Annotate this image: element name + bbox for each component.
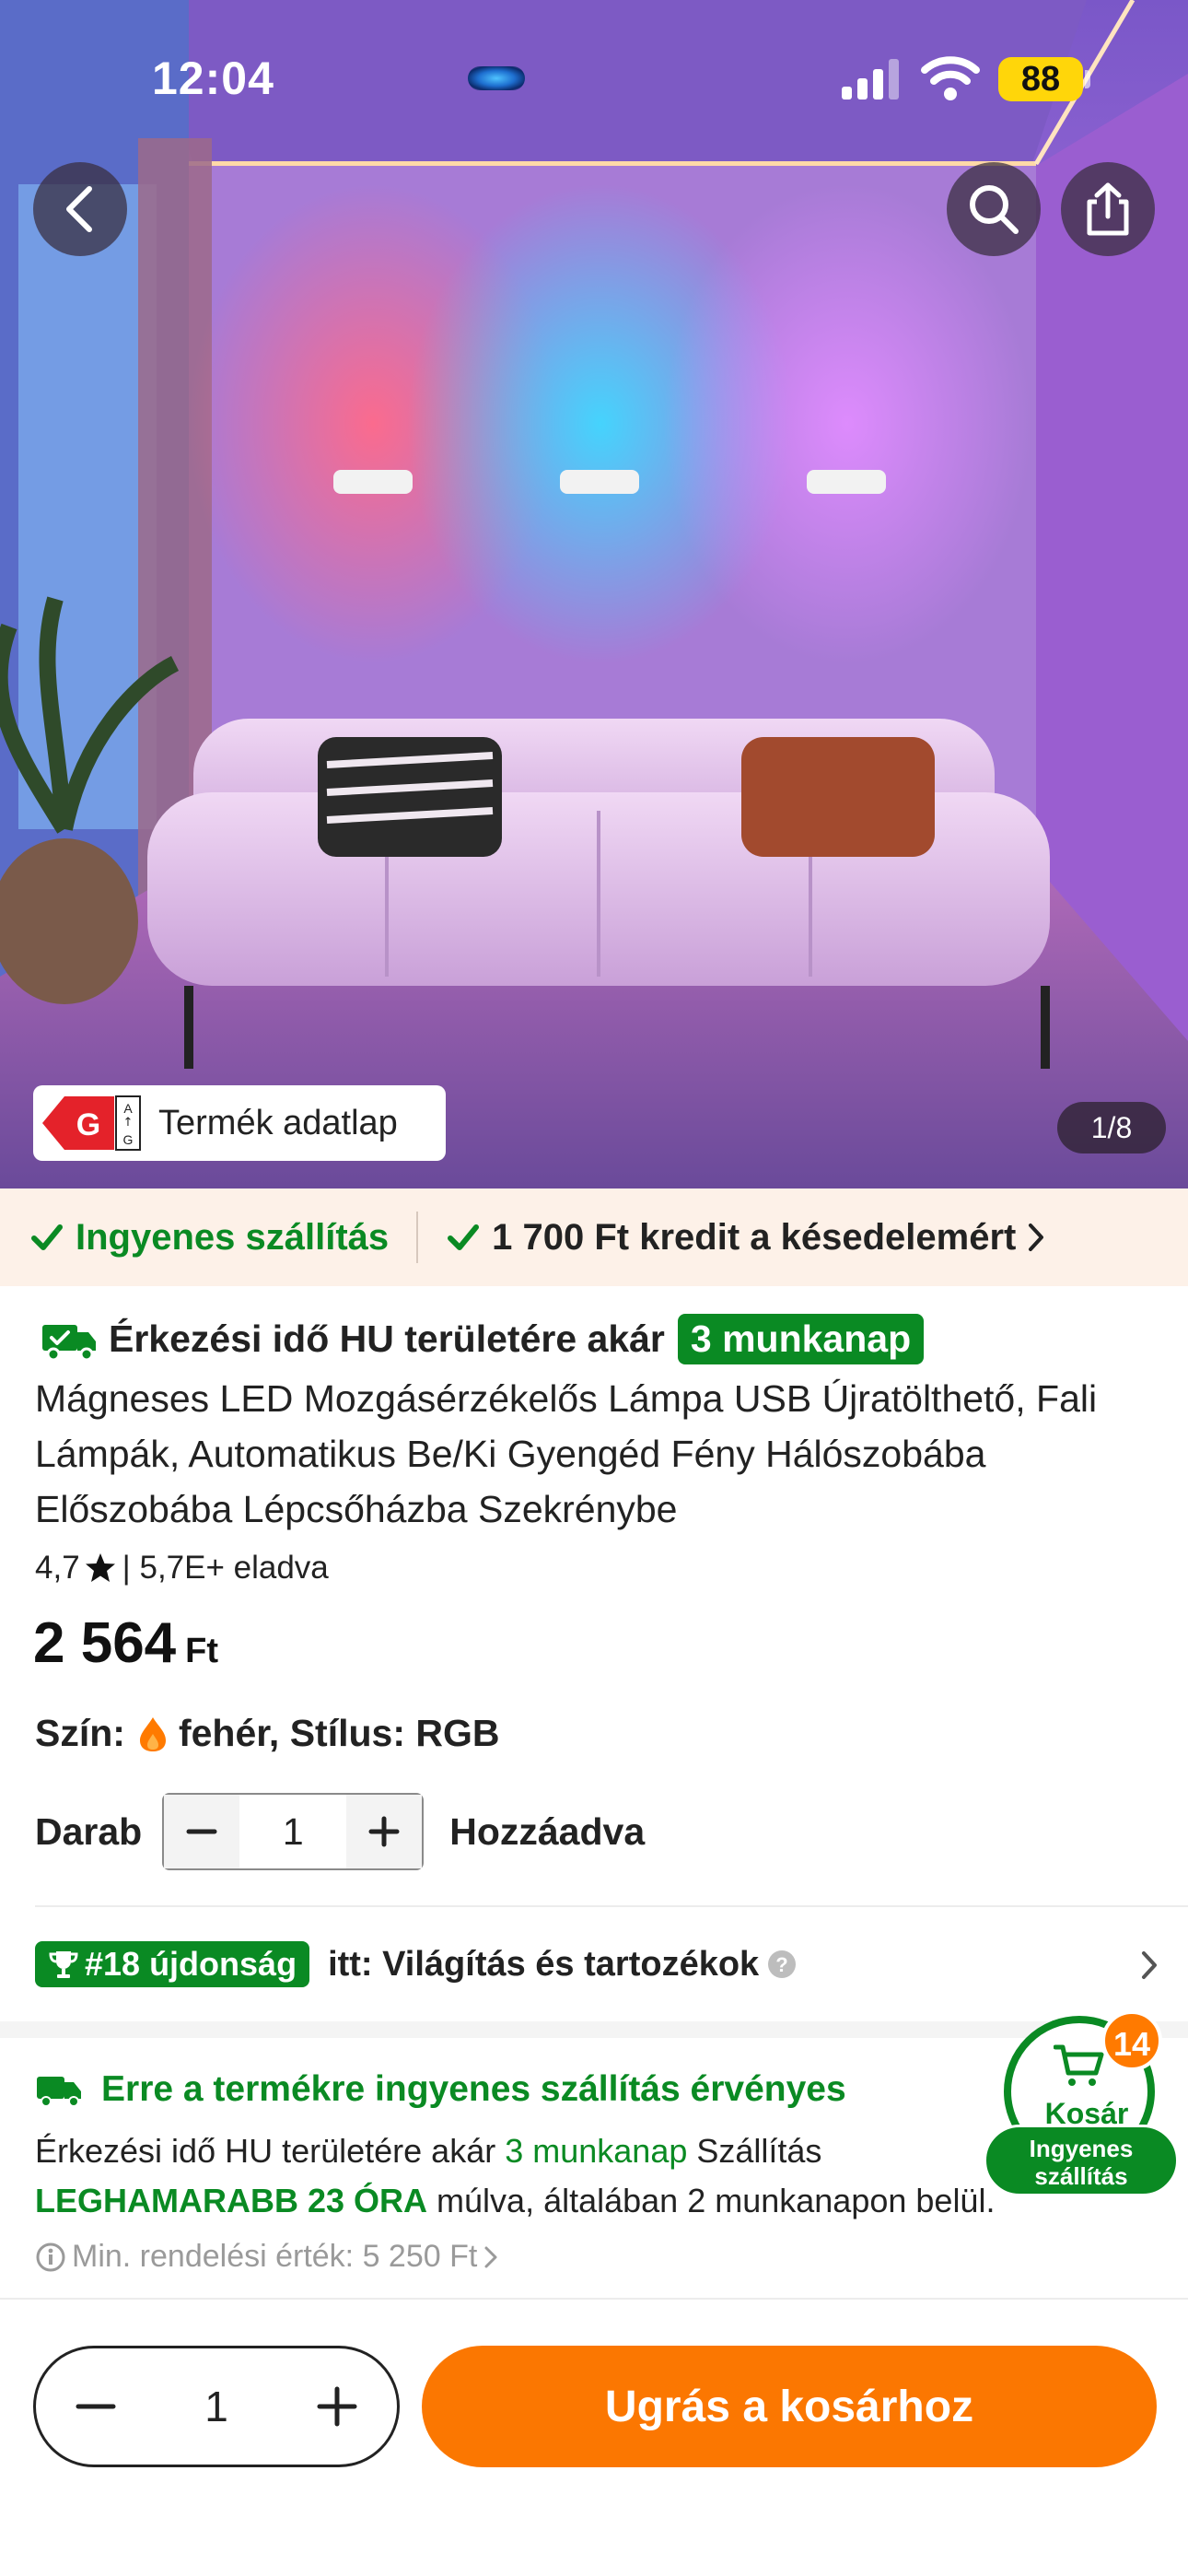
bottom-quantity-stepper[interactable]: 1 bbox=[33, 2346, 400, 2467]
added-label: Hozzáadva bbox=[449, 1809, 646, 1853]
min-order-text: Min. rendelési érték: 5 250 Ft bbox=[72, 2239, 478, 2274]
back-arrow-icon bbox=[66, 186, 92, 232]
bottom-divider bbox=[0, 2298, 1188, 2300]
share-button[interactable] bbox=[1061, 162, 1155, 256]
arrival-days-badge: 3 munkanap bbox=[677, 1314, 925, 1364]
delay-credit-label: 1 700 Ft kredit a késedelemért bbox=[492, 1216, 1017, 1258]
decrease-button[interactable] bbox=[164, 1795, 240, 1868]
product-title: Mágneses LED Mozgásérzékelős Lámpa USB Ú… bbox=[35, 1377, 1098, 1530]
shipping-fastest: LEGHAMARABB 23 ÓRA bbox=[35, 2182, 428, 2219]
chevron-right-icon bbox=[1029, 1224, 1044, 1251]
promo-divider bbox=[416, 1212, 419, 1263]
wifi-icon bbox=[921, 56, 980, 100]
truck-icon bbox=[37, 2077, 81, 2107]
category-ranking[interactable]: #18 újdonság itt: Világítás és tartozéko… bbox=[35, 1938, 1160, 1990]
search-icon bbox=[970, 185, 1019, 234]
cart-icon bbox=[1054, 2044, 1104, 2086]
shipping-prefix: Érkezési idő HU területére akár bbox=[35, 2132, 496, 2170]
shipping-title-text: Erre a termékre ingyenes szállítás érvén… bbox=[101, 2069, 846, 2109]
star-icon bbox=[85, 1553, 115, 1582]
variant-value: fehér, Stílus: RGB bbox=[178, 1712, 500, 1754]
increase-button[interactable] bbox=[346, 1795, 423, 1868]
ranking-category: itt: Világítás és tartozékok bbox=[328, 1944, 760, 1984]
ranking-badge: #18 újdonság bbox=[35, 1941, 310, 1987]
minus-icon bbox=[76, 2404, 116, 2409]
delay-credit-promo[interactable]: 1 700 Ft kredit a késedelemért bbox=[446, 1217, 1047, 1259]
info-icon bbox=[36, 2242, 65, 2271]
share-icon bbox=[1087, 182, 1129, 236]
cart-ship-line2: szállítás bbox=[1034, 2162, 1128, 2190]
rating-row[interactable]: 4,7 | 5,7E+ eladva bbox=[35, 1550, 329, 1587]
chevron-right-icon bbox=[484, 2246, 497, 2267]
cart-free-shipping-badge: Ingyenes szállítás bbox=[984, 2125, 1179, 2196]
energy-scale-top: A bbox=[123, 1101, 133, 1116]
truck-icon bbox=[42, 1324, 96, 1361]
quantity-stepper[interactable]: 1 bbox=[162, 1793, 425, 1870]
trophy-icon bbox=[49, 1951, 78, 1978]
promo-strip[interactable]: Ingyenes szállítás 1 700 Ft kredit a kés… bbox=[0, 1188, 1188, 1286]
bottom-increase-button[interactable] bbox=[277, 2348, 397, 2465]
shipping-days: 3 munkanap bbox=[505, 2132, 688, 2170]
go-to-cart-button[interactable]: Ugrás a kosárhoz bbox=[422, 2346, 1157, 2467]
variant-label: Szín: bbox=[35, 1712, 125, 1754]
arrival-info: Érkezési idő HU területére akár 3 munkan… bbox=[41, 1314, 925, 1364]
sold-count: | 5,7E+ eladva bbox=[122, 1550, 329, 1586]
rating-value: 4,7 bbox=[35, 1550, 80, 1586]
check-icon bbox=[31, 1224, 63, 1250]
energy-label-text: Termék adatlap bbox=[158, 1103, 398, 1142]
bottom-quantity-value[interactable]: 1 bbox=[156, 2382, 277, 2431]
energy-label-button[interactable]: G A ↑ G Termék adatlap bbox=[33, 1085, 446, 1161]
minus-icon bbox=[186, 1829, 217, 1834]
battery-level: 88 bbox=[998, 57, 1083, 101]
plus-icon bbox=[317, 2386, 357, 2427]
flame-icon bbox=[139, 1716, 166, 1751]
bottom-decrease-button[interactable] bbox=[36, 2348, 156, 2465]
signal-icon bbox=[842, 59, 899, 100]
quantity-value[interactable]: 1 bbox=[239, 1810, 346, 1854]
arrival-text: Érkezési idő HU területére akár bbox=[109, 1317, 665, 1360]
chevron-right-icon bbox=[1142, 1951, 1157, 1979]
cart-count-badge: 14 bbox=[1101, 2010, 1162, 2071]
search-button[interactable] bbox=[947, 162, 1041, 256]
back-button[interactable] bbox=[33, 162, 127, 256]
battery-cap bbox=[1085, 70, 1090, 88]
price-currency: Ft bbox=[185, 1632, 219, 1670]
floating-cart[interactable]: Kosár 14 Ingyenes szállítás bbox=[984, 2010, 1179, 2204]
price-value: 2 564 bbox=[33, 1611, 177, 1675]
svg-text:?: ? bbox=[775, 1953, 787, 1976]
quantity-label: Darab bbox=[35, 1809, 143, 1853]
variant-selector[interactable]: Szín: fehér, Stílus: RGB bbox=[35, 1712, 500, 1755]
status-bar: 12:04 88 bbox=[0, 0, 1188, 138]
free-shipping-label: Ingyenes szállítás bbox=[76, 1216, 390, 1258]
divider bbox=[35, 1905, 1188, 1907]
shipping-suffix: múlva, általában 2 munkanapon belül. bbox=[437, 2182, 996, 2219]
camera-dot bbox=[468, 66, 525, 90]
energy-scale-bottom: G bbox=[123, 1132, 134, 1147]
price: 2 564 Ft bbox=[33, 1610, 218, 1676]
ranking-badge-text: #18 újdonság bbox=[85, 1945, 297, 1983]
check-icon bbox=[448, 1224, 480, 1250]
min-order[interactable]: Min. rendelési érték: 5 250 Ft bbox=[35, 2239, 1160, 2275]
image-counter: 1/8 bbox=[1057, 1102, 1166, 1153]
energy-class-icon: G A ↑ G bbox=[42, 1095, 141, 1151]
svg-text:↑: ↑ bbox=[123, 1116, 134, 1130]
energy-class-letter: G bbox=[76, 1107, 100, 1142]
free-shipping-promo: Ingyenes szállítás bbox=[29, 1217, 389, 1259]
shipping-mid: Szállítás bbox=[696, 2132, 822, 2170]
plus-icon bbox=[368, 1816, 400, 1847]
cart-ship-line1: Ingyenes bbox=[1029, 2135, 1134, 2162]
help-icon[interactable]: ? bbox=[766, 1949, 798, 1980]
quantity-row: Darab 1 Hozzáadva bbox=[35, 1793, 645, 1870]
product-image-gallery[interactable]: 12:04 88 G A ↑ G Termék adatlap 1/8 bbox=[0, 0, 1188, 1188]
status-time: 12:04 bbox=[152, 53, 274, 104]
